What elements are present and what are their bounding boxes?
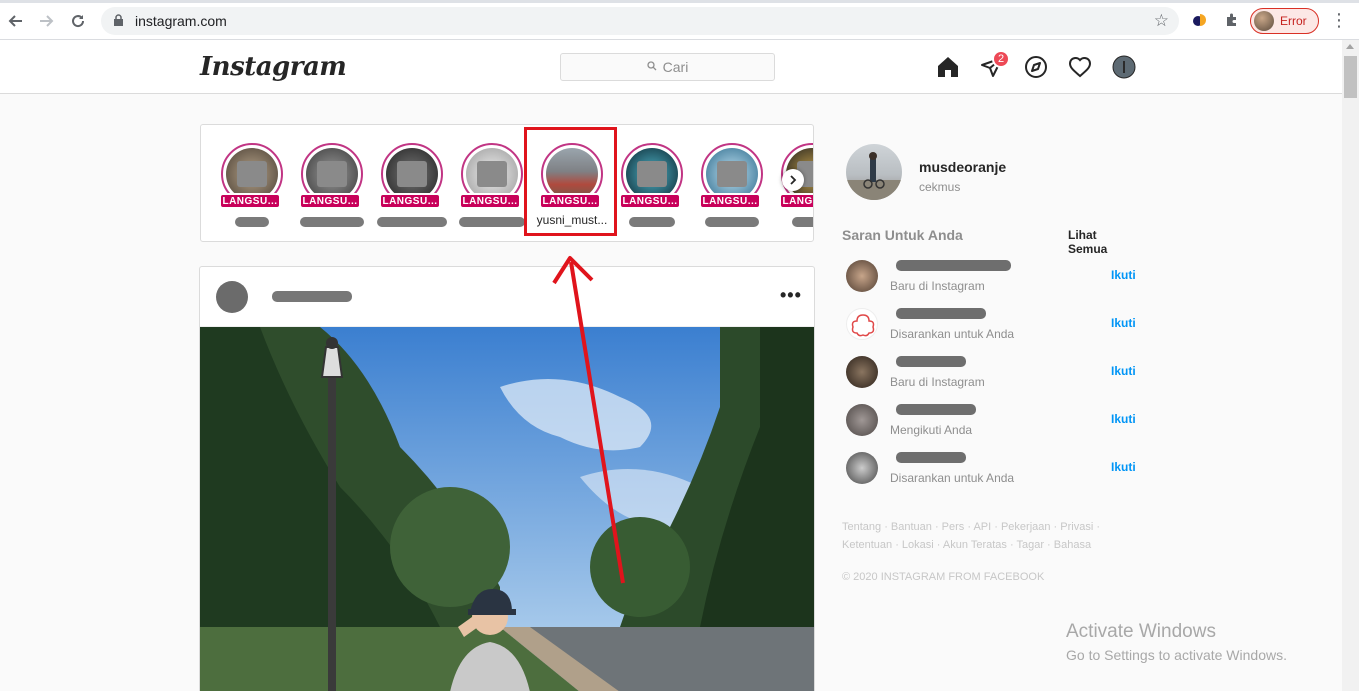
activate-windows-watermark: Activate Windows Go to Settings to activ… [1066, 621, 1287, 663]
explore-icon[interactable] [1023, 54, 1049, 80]
forward-icon[interactable] [34, 9, 58, 33]
post-username-redacted[interactable] [272, 291, 352, 302]
follow-button[interactable]: Ikuti [1111, 268, 1136, 282]
story-item[interactable]: LANGSU... [377, 143, 447, 233]
search-placeholder: Cari [662, 59, 689, 75]
activity-heart-icon[interactable] [1067, 54, 1093, 80]
lock-icon [113, 14, 125, 28]
story-item[interactable]: LANGSU... [459, 143, 525, 233]
back-icon[interactable] [4, 9, 28, 33]
profile-status: Error [1280, 14, 1307, 28]
reload-icon[interactable] [66, 9, 90, 33]
stories-tray: LANGSU... LANGSU... LANGSU... LANGSU... … [200, 124, 814, 242]
address-bar[interactable]: instagram.com ☆ [101, 7, 1179, 35]
suggestion-item: Disarankan untuk Anda Ikuti [846, 304, 1137, 344]
search-input[interactable]: Cari [560, 53, 775, 81]
more-options-icon[interactable]: ••• [780, 285, 802, 306]
story-username-redacted [459, 217, 525, 227]
live-badge: LANGSU... [619, 193, 681, 209]
suggestion-name-redacted[interactable] [896, 452, 966, 463]
page-scrollbar[interactable] [1342, 40, 1359, 691]
instagram-logo[interactable]: Instagram [200, 52, 347, 82]
suggestion-item: Disarankan untuk Anda Ikuti [846, 448, 1137, 488]
follow-button[interactable]: Ikuti [1111, 412, 1136, 426]
my-fullname: cekmus [919, 180, 961, 194]
suggestion-avatar[interactable] [846, 452, 878, 484]
story-username-redacted [377, 217, 447, 227]
watermark-subtitle: Go to Settings to activate Windows. [1066, 647, 1287, 663]
suggestion-avatar[interactable] [846, 356, 878, 388]
search-icon [647, 60, 657, 74]
annotation-highlight-box [524, 127, 617, 236]
scroll-thumb[interactable] [1344, 56, 1357, 98]
post-author-avatar[interactable] [216, 281, 248, 313]
copyright: © 2020 INSTAGRAM FROM FACEBOOK [842, 571, 1045, 583]
story-item[interactable]: LANGSU... [619, 143, 685, 233]
story-username-redacted [792, 217, 813, 227]
suggestion-name-redacted[interactable] [896, 260, 1011, 271]
profile-avatar-icon [1254, 11, 1274, 31]
browser-menu-icon[interactable]: ⋮ [1330, 10, 1348, 31]
suggestion-avatar[interactable] [846, 308, 878, 340]
story-username-redacted [705, 217, 759, 227]
browser-toolbar: instagram.com ☆ Error ⋮ [0, 0, 1359, 40]
my-username[interactable]: musdeoranje [919, 159, 1006, 175]
live-badge: LANGSU... [459, 193, 521, 209]
story-item[interactable]: LANGSU... [219, 143, 285, 233]
suggestion-reason: Baru di Instagram [890, 279, 985, 293]
suggestion-name-redacted[interactable] [896, 356, 966, 367]
suggestion-reason: Disarankan untuk Anda [890, 471, 1015, 485]
suggestion-item: Baru di Instagram Ikuti [846, 256, 1137, 296]
follow-button[interactable]: Ikuti [1111, 364, 1136, 378]
story-username-redacted [300, 217, 364, 227]
extensions-puzzle-icon[interactable] [1222, 10, 1242, 30]
story-username-redacted [629, 217, 675, 227]
suggestions-title: Saran Untuk Anda [842, 227, 963, 243]
live-badge: LANGSU... [379, 193, 441, 209]
tab-strip [0, 0, 1359, 3]
story-item[interactable]: LANGSU... [299, 143, 365, 233]
extension-icon[interactable] [1190, 10, 1210, 30]
stories-next-button[interactable] [782, 169, 804, 191]
ig-header: Instagram Cari [0, 40, 1342, 94]
live-badge: LANGSU... [699, 193, 761, 209]
live-badge: LANGSU... [219, 193, 281, 209]
suggestion-avatar[interactable] [846, 260, 878, 292]
suggestion-reason: Mengikuti Anda [890, 423, 973, 437]
profile-error-chip[interactable]: Error [1250, 8, 1319, 34]
suggestion-avatar[interactable] [846, 404, 878, 436]
watermark-title: Activate Windows [1066, 621, 1216, 642]
live-badge: LANGSU... [299, 193, 361, 209]
suggestion-name-redacted[interactable] [896, 308, 986, 319]
suggestion-reason: Baru di Instagram [890, 375, 985, 389]
home-icon[interactable] [935, 54, 961, 80]
post-header: ••• [200, 267, 814, 327]
scroll-up-icon[interactable] [1346, 44, 1354, 49]
dm-badge: 2 [992, 50, 1010, 68]
suggestion-item: Mengikuti Anda Ikuti [846, 400, 1137, 440]
suggestion-name-redacted[interactable] [896, 404, 976, 415]
follow-button[interactable]: Ikuti [1111, 316, 1136, 330]
url-text: instagram.com [135, 13, 227, 29]
live-badge: LANGSU... [779, 193, 813, 209]
bookmark-star-icon[interactable]: ☆ [1154, 11, 1169, 31]
suggestion-item: Baru di Instagram Ikuti [846, 352, 1137, 392]
suggestion-reason: Disarankan untuk Anda [890, 327, 1015, 341]
story-item[interactable]: LANGSU... [699, 143, 765, 233]
post-image[interactable] [200, 327, 814, 691]
feed-post: ••• [199, 266, 815, 691]
footer-links[interactable]: Tentang · Bantuan · Pers · API · Pekerja… [842, 518, 1102, 554]
my-profile-avatar[interactable] [846, 144, 902, 200]
see-all-link[interactable]: Lihat Semua [1068, 228, 1137, 256]
story-username-redacted [235, 217, 269, 227]
profile-avatar[interactable] [1111, 54, 1137, 80]
follow-button[interactable]: Ikuti [1111, 460, 1136, 474]
